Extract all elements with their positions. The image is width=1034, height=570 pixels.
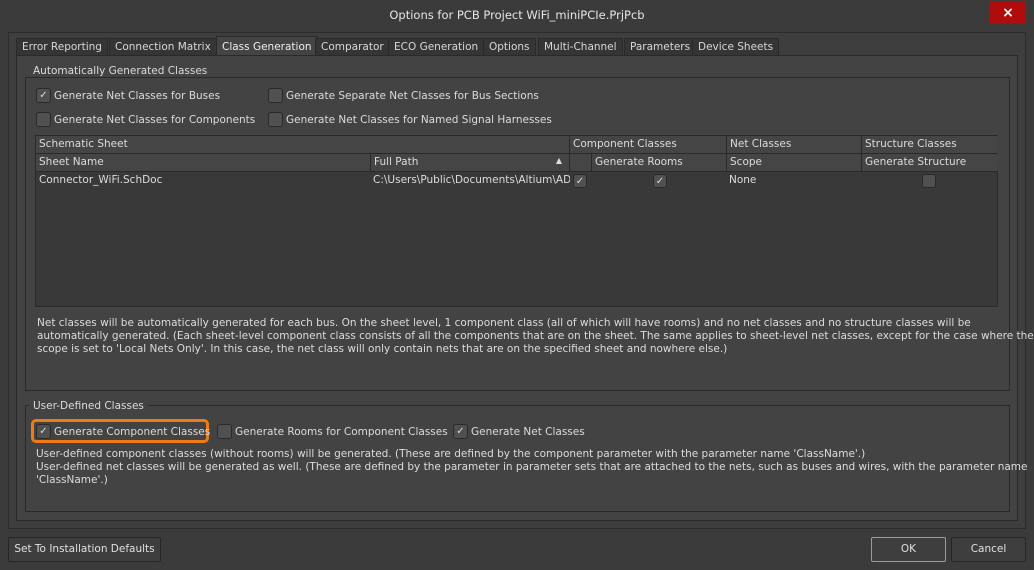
cancel-button[interactable]: Cancel <box>951 537 1026 562</box>
checkbox-net-classes-buses[interactable]: ✓ <box>36 88 51 103</box>
tab-comparator[interactable]: Comparator <box>315 38 390 56</box>
label-net-classes-buses: Generate Net Classes for Buses <box>54 90 221 102</box>
label-net-classes-components: Generate Net Classes for Components <box>54 114 256 126</box>
checkbox-named-signal-harnesses[interactable] <box>268 112 283 127</box>
tab-error-reporting[interactable]: Error Reporting <box>16 38 108 56</box>
header-full-path-label: Full Path <box>374 156 419 168</box>
group-header-schematic-sheet: Schematic Sheet <box>36 136 570 154</box>
user-description-line: User-defined component classes (without … <box>36 448 866 460</box>
group-header-component-classes: Component Classes <box>569 136 726 154</box>
tab-class-generation[interactable]: Class Generation <box>216 36 318 56</box>
label-named-signal-harnesses: Generate Net Classes for Named Signal Ha… <box>286 114 552 126</box>
header-generate-rooms[interactable]: Generate Rooms <box>591 154 726 172</box>
checkbox-component-classes[interactable]: ✓ <box>573 174 587 188</box>
checkbox-generate-net-classes[interactable]: ✓ <box>453 424 468 439</box>
window-title: Options for PCB Project WiFi_miniPCIe.Pr… <box>389 8 645 22</box>
auto-classes-title: Automatically Generated Classes <box>29 65 212 77</box>
group-header-net-classes: Net Classes <box>726 136 861 154</box>
auto-description: Net classes will be automatically genera… <box>37 317 1034 356</box>
header-component-classes[interactable] <box>569 154 591 172</box>
label-generate-net-classes: Generate Net Classes <box>471 426 585 438</box>
header-scope[interactable]: Scope <box>726 154 861 172</box>
header-full-path[interactable]: Full Path ▲ <box>370 154 570 172</box>
group-header-structure-classes: Structure Classes <box>861 136 998 154</box>
checkbox-generate-structure[interactable] <box>922 174 936 188</box>
checkbox-generate-component-classes[interactable]: ✓ <box>36 424 51 439</box>
label-generate-component-classes: Generate Component Classes <box>54 426 211 438</box>
auto-description-line: Net classes will be automatically genera… <box>37 317 971 329</box>
ok-button[interactable]: OK <box>871 537 946 562</box>
auto-description-line: automatically generated. (Each sheet-lev… <box>37 330 1034 342</box>
tab-options[interactable]: Options <box>483 38 536 56</box>
set-installation-defaults-button[interactable]: Set To Installation Defaults <box>8 537 161 562</box>
header-sheet-name[interactable]: Sheet Name <box>36 154 370 172</box>
tab-parameters[interactable]: Parameters <box>624 38 697 56</box>
auto-description-line: scope is set to 'Local Nets Only'. In th… <box>37 343 728 355</box>
tab-device-sheets[interactable]: Device Sheets <box>692 38 780 56</box>
cell-sheet-name: Connector_WiFi.SchDoc <box>39 174 163 186</box>
sort-ascending-icon: ▲ <box>555 156 562 165</box>
checkbox-generate-rooms[interactable]: ✓ <box>653 174 667 188</box>
checkbox-separate-bus-sections[interactable] <box>268 88 283 103</box>
user-description: User-defined component classes (without … <box>36 448 1028 487</box>
checkbox-generate-rooms-component-classes[interactable] <box>217 424 232 439</box>
tab-multi-channel[interactable]: Multi-Channel <box>538 38 623 56</box>
user-description-line: 'ClassName'.) <box>36 474 108 486</box>
label-generate-rooms-component-classes: Generate Rooms for Component Classes <box>235 426 448 438</box>
checkbox-net-classes-components[interactable] <box>36 112 51 127</box>
class-table: Schematic Sheet Component Classes Net Cl… <box>35 135 998 307</box>
user-classes-title: User-Defined Classes <box>29 400 148 412</box>
tab-connection-matrix[interactable]: Connection Matrix <box>109 38 217 56</box>
close-icon[interactable]: × <box>990 2 1026 24</box>
user-description-line: User-defined net classes will be generat… <box>36 461 1028 473</box>
cell-full-path: C:\Users\Public\Documents\Altium\AD <box>373 174 570 186</box>
header-generate-structure[interactable]: Generate Structure <box>861 154 998 172</box>
cell-scope[interactable]: None <box>726 172 861 190</box>
tab-eco-generation[interactable]: ECO Generation <box>388 38 485 56</box>
label-separate-bus-sections: Generate Separate Net Classes for Bus Se… <box>286 90 539 102</box>
